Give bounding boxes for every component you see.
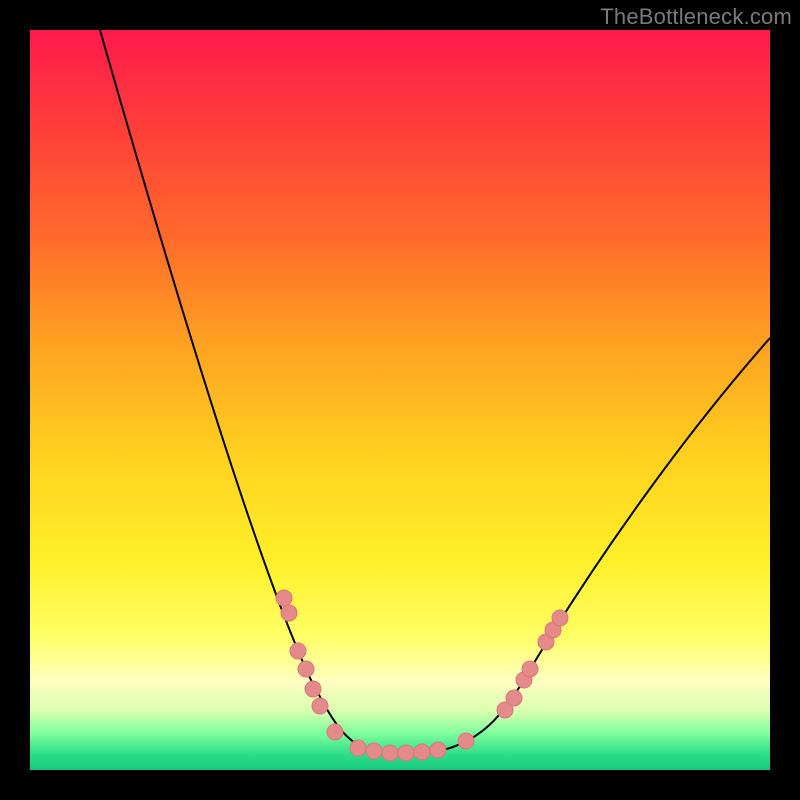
chart-plot-area: [30, 30, 770, 770]
curve-marker: [506, 690, 522, 706]
curve-marker: [276, 590, 292, 606]
bottleneck-curve: [100, 30, 770, 753]
curve-marker: [298, 661, 314, 677]
curve-marker: [522, 661, 538, 677]
curve-marker: [281, 605, 297, 621]
marker-group: [276, 590, 568, 761]
curve-marker: [382, 745, 398, 761]
curve-marker: [366, 743, 382, 759]
curve-marker: [350, 740, 366, 756]
curve-marker: [552, 610, 568, 626]
curve-marker: [430, 742, 446, 758]
chart-svg: [30, 30, 770, 770]
curve-marker: [458, 733, 474, 749]
watermark-text: TheBottleneck.com: [600, 4, 792, 30]
curve-marker: [305, 681, 321, 697]
curve-marker: [327, 724, 343, 740]
curve-marker: [312, 698, 328, 714]
curve-marker: [398, 745, 414, 761]
chart-stage: TheBottleneck.com: [0, 0, 800, 800]
curve-marker: [414, 744, 430, 760]
curve-marker: [290, 643, 306, 659]
